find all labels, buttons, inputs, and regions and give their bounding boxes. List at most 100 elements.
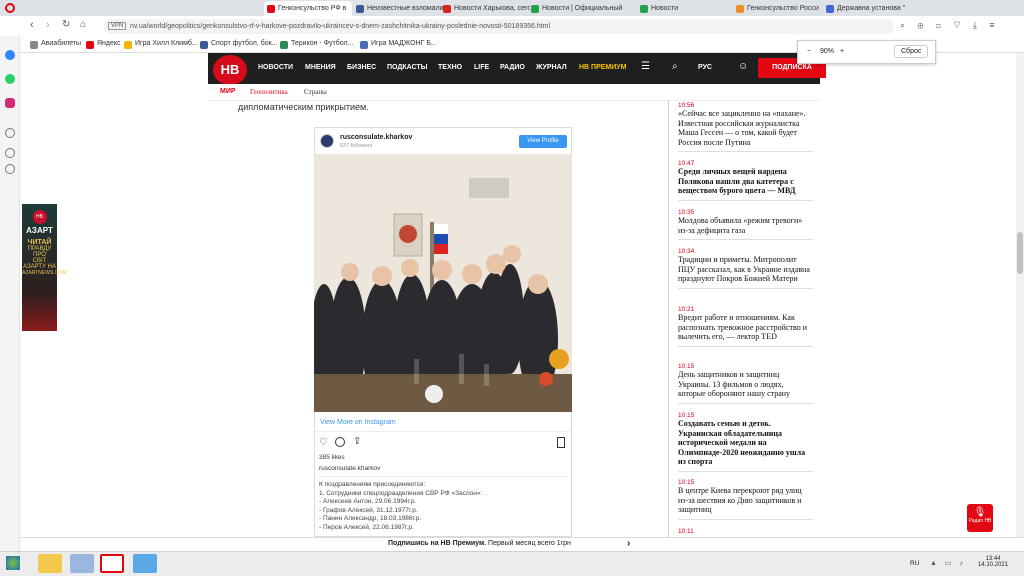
scrollbar-thumb[interactable] xyxy=(1017,232,1023,274)
browser-tab[interactable]: Новости xyxy=(637,1,732,16)
bookmark-item[interactable]: Яндекс xyxy=(86,40,121,49)
input-language[interactable]: RU xyxy=(910,560,919,567)
radio-nv-button[interactable]: 🎙 Радио НВ xyxy=(967,504,993,532)
news-time: 10:15 xyxy=(678,412,695,419)
nav-item[interactable]: LIFE xyxy=(474,64,489,71)
news-item[interactable]: 10:11 xyxy=(678,528,813,535)
tab-favicon-icon xyxy=(267,5,275,13)
news-separator xyxy=(678,199,813,201)
menu-icon[interactable]: ☰ xyxy=(641,61,650,72)
zoom-in-button[interactable]: + xyxy=(840,48,844,55)
language-selector[interactable]: РУС xyxy=(698,64,712,71)
ig-account-name[interactable]: rusconsulate.kharkov xyxy=(340,134,412,141)
subnav-countries[interactable]: Страны xyxy=(304,88,327,96)
search-icon[interactable]: ⌕ xyxy=(672,61,678,72)
vpn-badge[interactable]: VPN xyxy=(108,22,127,30)
share-icon[interactable]: ⇪ xyxy=(353,436,361,447)
back-icon[interactable]: ‹ xyxy=(30,19,34,31)
news-item[interactable]: 10:15 В центре Киева перекроют ряд улиц и… xyxy=(678,479,813,520)
address-bar[interactable]: nv.ua/world/geopolitics/genkonsulstvo-rf… xyxy=(104,19,894,34)
news-item[interactable]: 10:15 День защитников и защитниц Украины.… xyxy=(678,363,813,404)
nav-item[interactable]: МНЕНИЯ xyxy=(305,64,336,71)
consulate-photo[interactable] xyxy=(314,154,572,412)
reload-icon[interactable]: ↻ xyxy=(62,19,70,30)
bookmark-item[interactable]: Игра Хилл Климб... xyxy=(124,40,198,49)
news-time: 10:34 xyxy=(678,248,695,255)
messenger-icon[interactable] xyxy=(5,50,15,60)
news-separator xyxy=(678,287,813,289)
news-headline[interactable]: Молдова объявила «режим тревоги» из-за д… xyxy=(678,216,813,235)
nav-item[interactable]: ПОДКАСТЫ xyxy=(387,64,428,71)
nav-item[interactable]: БИЗНЕС xyxy=(347,64,376,71)
comment-icon[interactable] xyxy=(335,437,345,447)
toolbar-icons: ⌕ ⊕ ◻ ♡ ⤓ ≡ xyxy=(900,20,1000,30)
bookmark-item[interactable]: Игра МАДЖОНГ Б... xyxy=(360,40,437,49)
news-headline[interactable]: Среди личных вещей нардепа Полякова нашл… xyxy=(678,167,813,196)
nv-logo[interactable]: НВ xyxy=(213,55,247,85)
consulate-avatar[interactable] xyxy=(320,134,334,148)
history-icon[interactable] xyxy=(5,148,15,158)
nav-item[interactable]: РАДИО xyxy=(500,64,525,71)
browser-tab[interactable]: Генконсульство Росси xyxy=(733,1,831,16)
view-more-link[interactable]: View More on Instagram xyxy=(320,419,396,426)
news-headline[interactable]: День защитников и защитниц Украины. 13 ф… xyxy=(678,370,813,399)
ig-divider xyxy=(315,431,571,432)
page-scrollbar[interactable] xyxy=(1016,53,1024,551)
news-item[interactable]: 10:34 Традиции и приметы. Митрополит ПЦУ … xyxy=(678,248,813,289)
bookmark-item[interactable]: Авиабилеты xyxy=(30,40,81,49)
user-icon[interactable]: ☺ xyxy=(738,61,748,72)
news-headline[interactable]: В центре Киева перекроют ряд улиц из-за … xyxy=(678,486,813,515)
view-profile-button[interactable]: View Profile xyxy=(519,135,567,148)
news-item[interactable]: 10:35 Молдова объявила «режим тревоги» из… xyxy=(678,209,813,240)
bookmark-icon[interactable] xyxy=(557,437,565,448)
forward-icon[interactable]: › xyxy=(46,19,50,31)
premium-strip[interactable]: Подпишись на НВ Премиум. Первый месяц вс… xyxy=(20,537,1024,551)
browser-tab[interactable]: Новости | Официальный xyxy=(528,1,633,16)
bookmark-icon xyxy=(86,41,94,49)
nav-item[interactable]: НОВОСТИ xyxy=(258,64,293,71)
browser-tab[interactable]: Державна установа " xyxy=(823,1,923,16)
nav-item[interactable]: ТЕХНО xyxy=(438,64,462,71)
news-item[interactable]: 10:21 Вредит работе и отношениям. Как рас… xyxy=(678,306,813,347)
tab-label: Новости | Официальный xyxy=(542,5,623,12)
premium-arrow[interactable]: › xyxy=(627,538,630,549)
whatsapp-icon[interactable] xyxy=(5,74,15,84)
home-icon[interactable]: ⌂ xyxy=(80,19,86,30)
pin-icon[interactable] xyxy=(5,164,15,174)
opera-logo-icon[interactable] xyxy=(5,3,15,13)
start-icon[interactable] xyxy=(6,556,20,570)
news-headline[interactable]: Традиции и приметы. Митрополит ПЦУ расск… xyxy=(678,255,813,284)
ad-banner[interactable]: НВ АЗАРТ ЧИТАЙ ПРАВДУ ПРО СВІТ АЗАРТУ НА… xyxy=(22,204,66,331)
instagram-icon[interactable] xyxy=(5,98,15,108)
news-item[interactable]: 10:47 Среди личных вещей нардепа Полякова… xyxy=(678,160,813,201)
news-headline[interactable]: Создавать семью и деток. Украинская обла… xyxy=(678,419,813,467)
explorer-taskbar-icon[interactable] xyxy=(38,554,62,573)
subnav-world[interactable]: МИР xyxy=(220,88,236,95)
ie-taskbar-icon[interactable] xyxy=(133,554,157,573)
ig-caption-user[interactable]: rusconsulate.kharkov xyxy=(319,465,380,472)
browser-tab[interactable]: Неизвестные взломали xyxy=(353,1,443,16)
nav-item[interactable]: ЖУРНАЛ xyxy=(536,64,567,71)
subnav-geopolitics[interactable]: Геополитика xyxy=(250,88,288,96)
news-headline[interactable]: Вредит работе и отношениям. Как распозна… xyxy=(678,313,813,342)
browser-tab[interactable]: Новости Харькова, сегод xyxy=(440,1,530,16)
news-headline[interactable]: «Сейчас все зацикленно на «пахане». Изве… xyxy=(678,109,813,147)
opera-taskbar-icon[interactable] xyxy=(100,554,124,573)
news-item[interactable]: 10:56 «Сейчас все зацикленно на «пахане».… xyxy=(678,102,813,152)
bookmark-item[interactable]: Терикон - Футбол... xyxy=(280,40,353,49)
zoom-out-button[interactable]: − xyxy=(807,48,811,55)
news-item[interactable]: 10:15 Создавать семью и деток. Украинская… xyxy=(678,412,813,472)
zoom-reset-button[interactable]: Сброс xyxy=(894,45,929,58)
like-icon[interactable]: ♡ xyxy=(319,437,328,448)
news-separator xyxy=(678,402,813,404)
tray-icons: ▲ ▭ ♪ xyxy=(930,560,966,567)
news-time: 10:35 xyxy=(678,209,695,216)
nav-item[interactable]: НВ ПРЕМИУМ xyxy=(579,64,626,71)
bookmark-item[interactable]: Спорт футбол, бок... xyxy=(200,40,278,49)
player-icon[interactable] xyxy=(5,128,15,138)
media-taskbar-icon[interactable] xyxy=(70,554,94,573)
zoom-popup: − 90% + Сброс xyxy=(797,40,936,64)
browser-tab[interactable]: Генконсульство РФ в xyxy=(264,1,352,16)
taskbar-clock[interactable]: 13:44 14.10.2021 xyxy=(978,556,1008,568)
news-separator xyxy=(678,470,813,472)
